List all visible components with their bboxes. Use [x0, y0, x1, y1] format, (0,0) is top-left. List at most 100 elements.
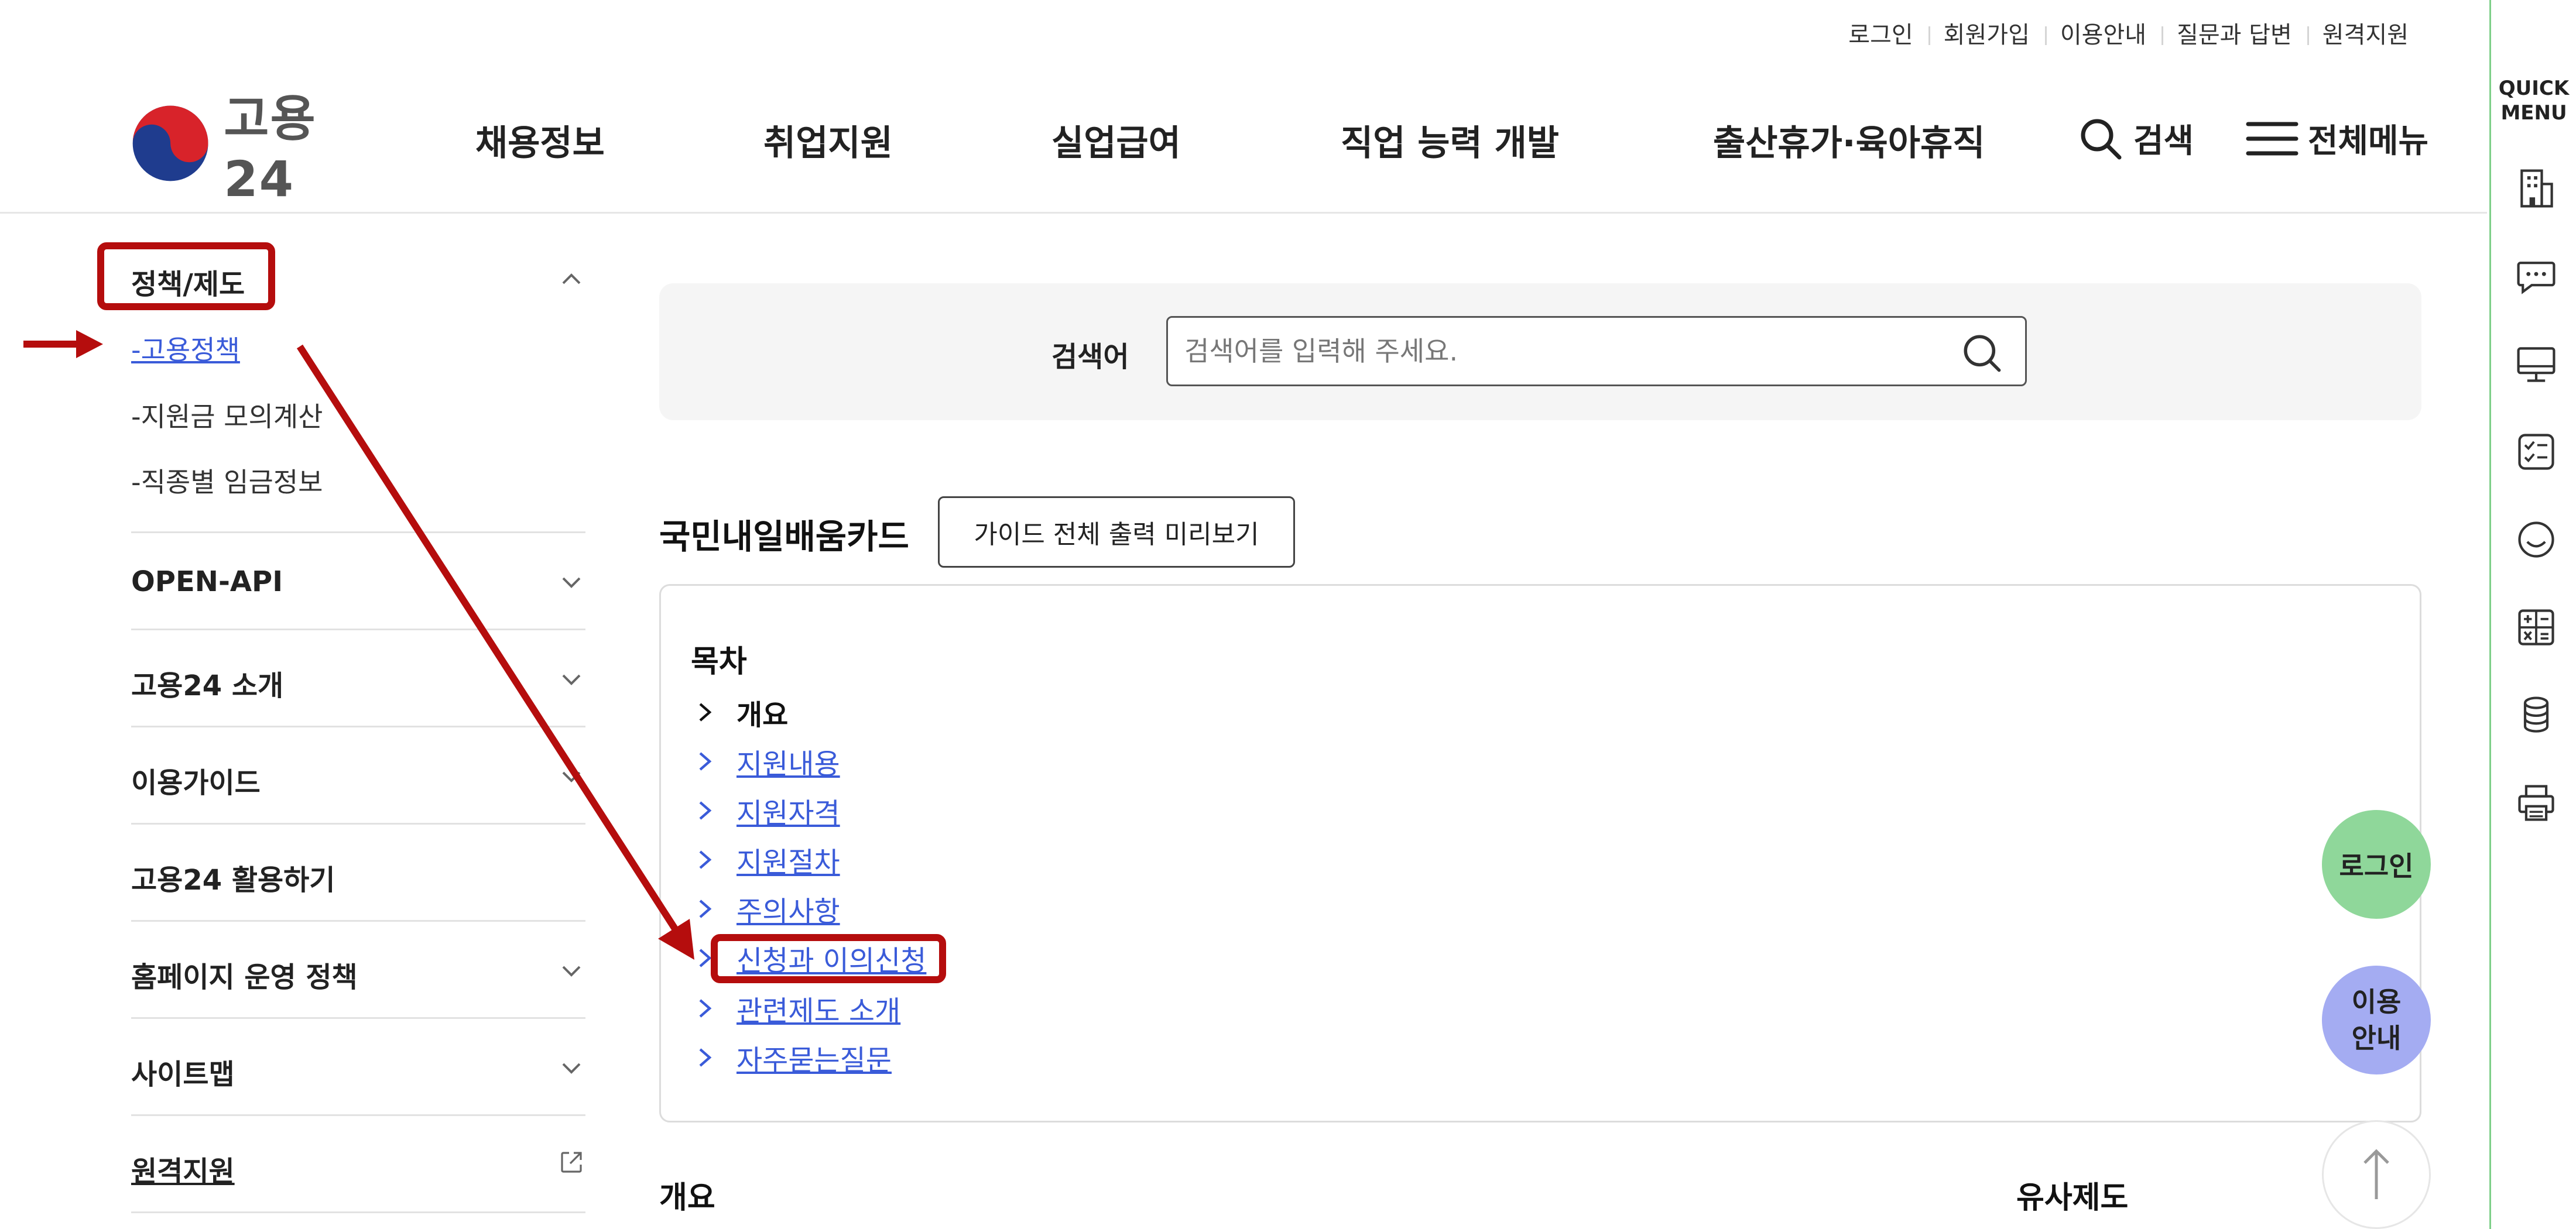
chat-icon[interactable]: [2514, 254, 2558, 298]
print-preview-button[interactable]: 가이드 전체 출력 미리보기: [938, 496, 1295, 568]
coins-icon[interactable]: [2514, 693, 2558, 737]
external-link-icon[interactable]: [557, 1148, 585, 1176]
annotation-arrowhead-left: [76, 330, 103, 358]
gnb-employment-support[interactable]: 취업지원: [763, 115, 893, 166]
toc-item-related-programs[interactable]: 관련제도 소개: [697, 988, 900, 1029]
utility-nav: 로그인 회원가입 이용안내 질문과 답변 원격지원: [0, 18, 2424, 53]
logo-text: 고용24: [224, 90, 317, 208]
header-search-button[interactable]: 검색: [2077, 115, 2194, 162]
floating-guide-label-1: 이용: [2351, 986, 2402, 1018]
chevron-up-icon[interactable]: [560, 270, 583, 288]
sidebar-divider: [131, 531, 585, 533]
toc-item-label: 지원절차: [737, 846, 840, 879]
smile-icon[interactable]: [2514, 517, 2558, 562]
all-menu-label: 전체메뉴: [2308, 122, 2429, 160]
site-logo[interactable]: 고용24: [131, 90, 383, 208]
chevron-right-icon: [699, 999, 712, 1018]
signup-link[interactable]: 회원가입: [1928, 20, 2045, 50]
calculator-icon[interactable]: [2514, 605, 2558, 650]
monitor-icon[interactable]: [2514, 342, 2558, 386]
toc-title: 목차: [691, 644, 747, 679]
chevron-right-icon: [699, 1048, 712, 1067]
sidebar-divider: [131, 629, 585, 630]
login-link[interactable]: 로그인: [1833, 20, 1928, 50]
arrow-up-icon: [2363, 1149, 2389, 1199]
sidebar-section-about[interactable]: 고용24 소개: [131, 662, 283, 703]
sidebar-section-utilize[interactable]: 고용24 활용하기: [131, 857, 335, 898]
toc-item-procedure[interactable]: 지원절차: [697, 839, 840, 880]
sidebar-section-sitemap[interactable]: 사이트맵: [131, 1051, 235, 1092]
qna-link[interactable]: 질문과 답변: [2161, 20, 2307, 50]
annotation-box-policy: [97, 242, 275, 310]
sidebar-section-open-api[interactable]: OPEN-API: [131, 565, 283, 598]
chevron-down-icon[interactable]: [560, 574, 583, 591]
chevron-right-icon: [699, 801, 712, 820]
overview-heading: 개요: [659, 1180, 715, 1216]
chevron-right-icon: [699, 900, 712, 918]
gnb-unemployment-benefit[interactable]: 실업급여: [1051, 115, 1181, 166]
all-menu-button[interactable]: 전체메뉴: [2246, 115, 2428, 162]
sidebar-item-wage-info[interactable]: -직종별 임금정보: [131, 461, 323, 500]
header-search-label: 검색: [2133, 122, 2194, 160]
gnb-jobs[interactable]: 채용정보: [475, 115, 605, 166]
floating-guide-button[interactable]: 이용 안내: [2322, 966, 2431, 1074]
sidebar-section-title: 이용가이드: [131, 767, 261, 799]
floating-guide-label-2: 안내: [2351, 1022, 2402, 1054]
gnb-vocational-training[interactable]: 직업 능력 개발: [1341, 115, 1559, 166]
chevron-down-icon[interactable]: [560, 768, 583, 785]
logo-emblem-icon: [132, 105, 208, 181]
sidebar-section-title: 사이트맵: [131, 1058, 235, 1091]
chevron-down-icon[interactable]: [560, 962, 583, 980]
chevron-right-icon: [699, 703, 712, 722]
toc-item-overview[interactable]: 개요: [697, 692, 788, 733]
sidebar-section-title: OPEN-API: [131, 565, 283, 598]
building-icon[interactable]: [2514, 166, 2558, 211]
chevron-right-icon: [699, 850, 712, 869]
annotation-box-application: [711, 934, 946, 983]
sidebar-divider: [131, 920, 585, 922]
chevron-right-icon: [699, 752, 712, 771]
sidebar-divider: [131, 1211, 585, 1213]
sidebar-divider: [131, 823, 585, 825]
sidebar-section-user-guide[interactable]: 이용가이드: [131, 760, 261, 801]
search-submit-icon[interactable]: [1960, 331, 2003, 375]
toc-item-label: 관련제도 소개: [737, 995, 901, 1028]
floating-login-button[interactable]: 로그인: [2322, 810, 2431, 919]
checklist-icon[interactable]: [2514, 430, 2558, 474]
sidebar-section-title: 홈페이지 운영 정책: [131, 961, 358, 994]
sidebar-item-label: -지원금 모의계산: [131, 401, 323, 432]
search-label: 검색어: [1051, 341, 1129, 373]
sidebar-divider: [131, 1017, 585, 1019]
page-title: 국민내일배움카드: [659, 517, 909, 557]
search-input[interactable]: [1166, 316, 2027, 386]
toc-item-eligibility[interactable]: 지원자격: [697, 790, 840, 831]
search-icon: [2081, 119, 2122, 159]
chevron-down-icon[interactable]: [560, 671, 583, 688]
sidebar-item-employment-policy[interactable]: -고용정책: [131, 329, 240, 368]
sidebar-divider: [131, 726, 585, 727]
chevron-down-icon[interactable]: [560, 1059, 583, 1077]
toc-panel: [659, 584, 2421, 1122]
sidebar-section-title: 고용24 소개: [131, 670, 284, 702]
sidebar-item-label: -직종별 임금정보: [131, 466, 323, 498]
printer-icon[interactable]: [2514, 781, 2558, 825]
floating-login-label: 로그인: [2339, 850, 2414, 882]
quick-menu-title: QUICK MENU: [2498, 77, 2570, 125]
toc-item-cautions[interactable]: 주의사항: [697, 888, 840, 929]
toc-item-label: 지원자격: [737, 797, 840, 830]
sidebar-item-label[interactable]: -고용정책: [131, 334, 240, 366]
header-divider: [0, 212, 2487, 214]
scroll-top-button[interactable]: [2322, 1120, 2431, 1229]
usage-guide-link[interactable]: 이용안내: [2044, 20, 2161, 50]
toc-item-label: 개요: [737, 699, 789, 732]
sidebar-section-remote-support[interactable]: 원격지원: [131, 1148, 235, 1189]
hamburger-icon: [2246, 122, 2298, 155]
sidebar-section-site-policy[interactable]: 홈페이지 운영 정책: [131, 954, 358, 995]
remote-support-link[interactable]: 원격지원: [2307, 20, 2424, 50]
toc-item-faq[interactable]: 자주묻는질문: [697, 1037, 892, 1078]
sidebar-divider: [131, 1114, 585, 1116]
toc-item-label: 주의사항: [737, 895, 840, 928]
toc-item-support-content[interactable]: 지원내용: [697, 741, 840, 782]
sidebar-item-subsidy-calculator[interactable]: -지원금 모의계산: [131, 396, 323, 434]
gnb-parental-leave[interactable]: 출산휴가·육아휴직: [1713, 115, 1985, 166]
